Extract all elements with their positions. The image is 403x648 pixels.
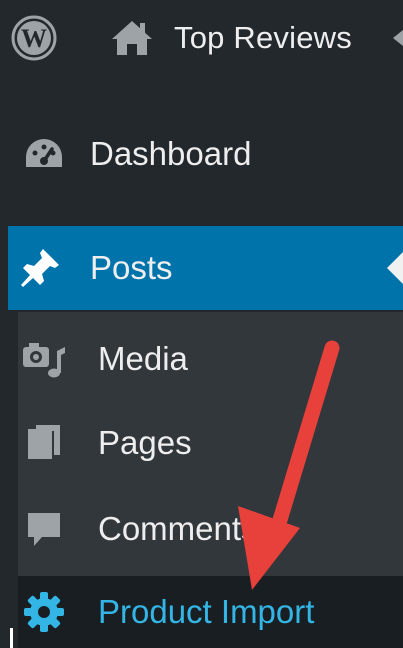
site-title: Top Reviews xyxy=(174,20,352,55)
admin-submenu: Media Pages Comments Product Import xyxy=(18,312,403,648)
menu-label-product-import: Product Import xyxy=(98,593,315,630)
menu-label-comments: Comments xyxy=(98,510,258,547)
menu-label-dashboard: Dashboard xyxy=(90,135,252,172)
svg-text:W: W xyxy=(21,24,47,53)
pushpin-icon xyxy=(16,244,64,292)
admin-bar: W Top Reviews xyxy=(0,0,403,78)
menu-label-media: Media xyxy=(98,340,188,377)
screenshot-frame: W Top Reviews Dashboard Posts Media Page… xyxy=(0,0,403,648)
menu-label-pages: Pages xyxy=(98,424,192,461)
site-home-link[interactable]: Top Reviews xyxy=(110,16,352,60)
menu-label-posts: Posts xyxy=(90,249,173,286)
pages-icon xyxy=(20,419,68,467)
text-cursor xyxy=(10,628,13,648)
comment-bubble-icon xyxy=(20,505,68,553)
wordpress-logo-icon[interactable]: W xyxy=(10,14,58,62)
comment-bubble-icon[interactable] xyxy=(390,28,403,48)
menu-item-pages[interactable]: Pages xyxy=(18,408,403,478)
menu-item-posts[interactable]: Posts xyxy=(8,226,403,310)
menu-item-comments[interactable]: Comments xyxy=(18,494,403,564)
menu-item-product-import[interactable]: Product Import xyxy=(18,576,403,648)
menu-item-dashboard[interactable]: Dashboard xyxy=(0,118,403,190)
media-icon xyxy=(20,335,68,383)
active-indicator-arrow xyxy=(387,252,403,284)
home-icon xyxy=(112,21,152,55)
menu-item-media[interactable]: Media xyxy=(18,324,403,394)
dashboard-gauge-icon xyxy=(20,130,68,178)
gear-icon xyxy=(20,588,68,636)
